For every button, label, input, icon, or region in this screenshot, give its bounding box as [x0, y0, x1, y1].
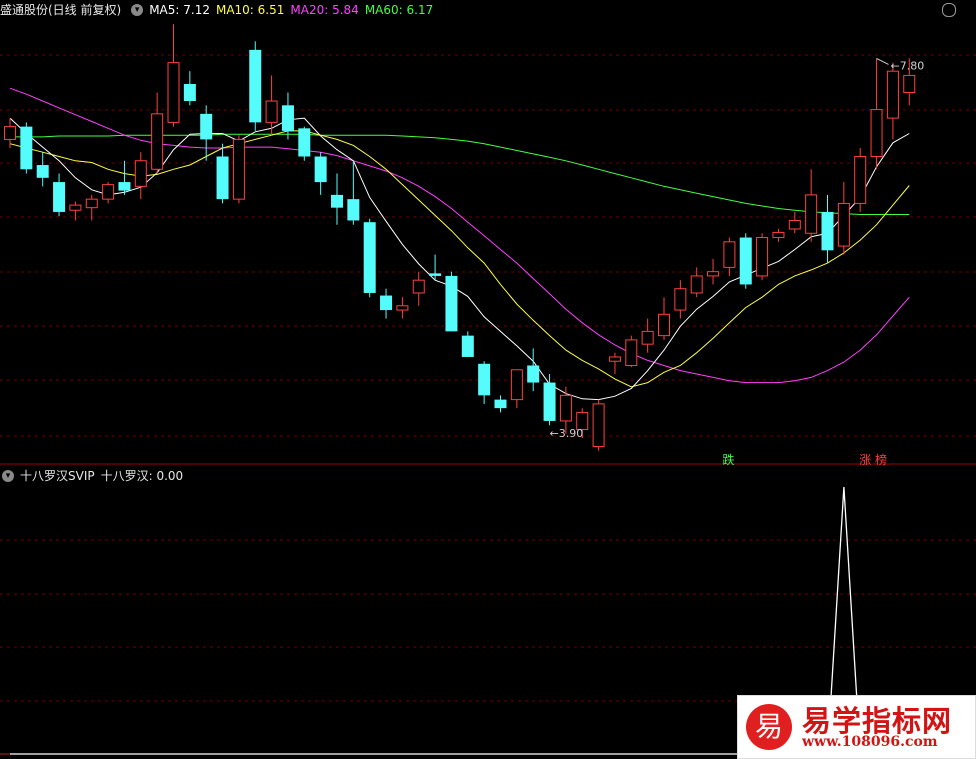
indicator-value: 十八罗汉: 0.00 — [100, 469, 184, 483]
stock-title: 盛通股份(日线 前复权) — [0, 3, 122, 17]
candle-body — [772, 231, 785, 239]
candle-body — [837, 202, 850, 247]
chart-options-icon[interactable] — [942, 3, 956, 17]
candle-body — [85, 198, 98, 209]
candle-body — [232, 138, 245, 200]
candle-body — [167, 62, 180, 123]
candle-body — [756, 237, 769, 277]
candle-body — [707, 271, 720, 277]
settings-circle-icon[interactable]: ▾ — [131, 4, 144, 16]
candle-body — [821, 211, 834, 251]
candle-body — [429, 273, 442, 276]
event-marker-rise: 涨 榜 — [859, 452, 887, 467]
candle-body — [347, 199, 360, 221]
candle-body — [690, 275, 703, 294]
candle-body — [200, 113, 213, 140]
candle-body — [788, 219, 801, 230]
watermark: 易 易学指标网 www.108096.com — [737, 695, 976, 759]
candle-body — [118, 182, 131, 191]
candle-body — [102, 184, 115, 200]
candle-body — [445, 275, 458, 332]
ma20-label: MA20: 5.84 — [290, 3, 359, 17]
candle-body — [527, 365, 540, 383]
candle-body — [805, 194, 818, 234]
candle-body — [4, 126, 16, 140]
candle-body — [903, 74, 916, 94]
candle-body — [183, 83, 196, 102]
candle-body — [134, 160, 147, 187]
candle-body — [461, 335, 474, 357]
candle-body — [69, 204, 82, 211]
candle-body — [559, 394, 572, 422]
candle-body — [674, 288, 687, 311]
candle-body — [380, 295, 393, 311]
indicator-header: ▾ 十八罗汉SVIP 十八罗汉: 0.00 — [0, 467, 189, 485]
ma10-label: MA10: 6.51 — [215, 3, 285, 17]
candle-body — [641, 330, 654, 345]
candle-body — [494, 399, 507, 409]
candle-body — [723, 241, 736, 268]
candle-body — [592, 403, 605, 448]
candle-body — [331, 194, 343, 208]
indicator-name: 十八罗汉SVIP — [20, 469, 95, 483]
candle-body — [281, 105, 294, 131]
ma60-label: MA60: 6.17 — [364, 3, 434, 17]
event-marker-drop: 跌 — [722, 452, 734, 467]
candle-body — [151, 113, 164, 170]
candle-body — [36, 165, 49, 178]
candle-body — [625, 339, 638, 366]
candle-body — [854, 155, 867, 204]
candle-body — [478, 363, 491, 396]
main-header: 盛通股份(日线 前复权) ▾ MA5: 7.12 MA10: 6.51 MA20… — [0, 1, 439, 19]
candle-body — [510, 369, 523, 401]
kline-chart[interactable]: ←7.80 ←3.90 跌 涨 榜 — [0, 0, 976, 759]
ma5-label: MA5: 7.12 — [149, 3, 210, 17]
candle-body — [608, 356, 621, 362]
candle-body — [53, 182, 66, 212]
candle-body — [20, 126, 33, 170]
candle-body — [543, 382, 556, 421]
high-arrow — [876, 57, 889, 65]
candle-body — [265, 100, 278, 123]
high-price-label: ←7.80 — [891, 59, 925, 72]
candle-body — [658, 313, 670, 337]
indicator-settings-icon[interactable]: ▾ — [2, 470, 14, 482]
candle-body — [314, 156, 327, 183]
candle-body — [363, 222, 376, 293]
watermark-url: www.108096.com — [802, 734, 938, 750]
candle-body — [396, 305, 409, 311]
watermark-logo: 易 — [746, 704, 792, 750]
candle-body — [886, 70, 899, 119]
candle-body — [412, 279, 425, 294]
low-price-label: ←3.90 — [550, 427, 584, 440]
candle-body — [249, 49, 262, 123]
candle-body — [216, 156, 229, 200]
candle-body — [739, 237, 752, 285]
candle-body — [298, 128, 311, 157]
candle-body — [870, 109, 883, 157]
